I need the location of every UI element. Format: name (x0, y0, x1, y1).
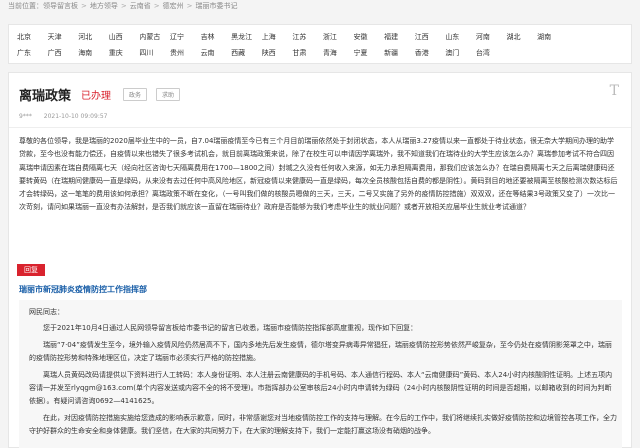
region-link[interactable]: 湖北 (507, 32, 538, 42)
region-link[interactable]: 香港 (415, 48, 446, 58)
message-panel: 离瑞政策 已办理 政务 求助 T 9*** 2021-10-10 09:09:5… (8, 72, 632, 448)
breadcrumb-current[interactable]: 瑞丽市委书记 (196, 1, 238, 11)
region-link[interactable]: 西藏 (231, 48, 262, 58)
region-link[interactable]: 甘肃 (292, 48, 323, 58)
region-link[interactable]: 辽宁 (170, 32, 201, 42)
author-name: 9*** (19, 113, 32, 120)
region-link[interactable]: 福建 (384, 32, 415, 42)
page: 当前位置： 领导留言板 > 地方领导 > 云南省 > 德宏州 > 瑞丽市委书记 … (0, 0, 640, 448)
region-link[interactable]: 四川 (139, 48, 170, 58)
region-link[interactable]: 内蒙古 (139, 32, 170, 42)
post-date: 2021-10-10 09:09:57 (43, 113, 108, 120)
breadcrumb-separator: > (186, 2, 193, 10)
message-text: 尊敬的各位领导，我是瑞丽的2020届毕业生中的一员，自7.04瑞丽疫情至今已有三… (19, 137, 618, 212)
region-link[interactable]: 河北 (78, 32, 109, 42)
region-link[interactable]: 黑龙江 (231, 32, 262, 42)
region-link[interactable]: 重庆 (109, 48, 140, 58)
font-size-icon[interactable]: T (610, 83, 619, 99)
breadcrumb-link-board[interactable]: 领导留言板 (43, 1, 78, 11)
divider (9, 127, 631, 128)
reply-salutation: 网民同志： (29, 308, 64, 316)
region-link[interactable]: 河南 (476, 32, 507, 42)
breadcrumb-link-dehong[interactable]: 德宏州 (163, 1, 184, 11)
region-link[interactable]: 陕西 (262, 48, 293, 58)
status-badge: 已办理 (81, 91, 112, 102)
author-row: 9*** 2021-10-10 09:09:57 (19, 113, 107, 120)
region-link[interactable]: 贵州 (170, 48, 201, 58)
type-tag[interactable]: 求助 (156, 88, 181, 101)
region-selector: 北京 天津 河北 山西 内蒙古 辽宁 吉林 黑龙江 上海 江苏 浙江 安徽 福建 江西 山东 河南 湖北 湖南 广… (8, 24, 632, 64)
reply-label: 回复 (17, 264, 45, 276)
region-link[interactable]: 宁夏 (354, 48, 385, 58)
region-link[interactable]: 澳门 (445, 48, 476, 58)
category-tag[interactable]: 政务 (123, 88, 148, 101)
region-link[interactable]: 山东 (445, 32, 476, 42)
message-body: 尊敬的各位领导，我是瑞丽的2020届毕业生中的一员，自7.04瑞丽疫情至今已有三… (19, 135, 619, 215)
breadcrumb-separator: > (120, 2, 127, 10)
reply-content: 网民同志： 您于2021年10月4日通过人民网领导留言板给市委书记的留言已收悉，… (19, 300, 622, 448)
region-link[interactable]: 海南 (78, 48, 109, 58)
region-link[interactable]: 湖南 (537, 32, 568, 42)
reply-paragraph: 在此，对因疫情防控措施实施给您造成的影响表示歉意，同时，非常感谢您对当地疫情防控… (29, 413, 617, 436)
reply-body: 网民同志： 您于2021年10月4日通过人民网领导留言板给市委书记的留言已收悉，… (29, 306, 617, 442)
reply-organization: 瑞丽市新冠肺炎疫情防控工作指挥部 (19, 285, 147, 294)
breadcrumb-prefix: 当前位置： (8, 2, 43, 10)
region-link[interactable]: 台湾 (476, 48, 507, 58)
title-row: 离瑞政策 已办理 政务 求助 (19, 85, 189, 104)
region-link[interactable]: 广东 (17, 48, 48, 58)
breadcrumb-separator: > (153, 2, 160, 10)
region-link[interactable]: 吉林 (201, 32, 232, 42)
region-link[interactable]: 云南 (201, 48, 232, 58)
region-link[interactable]: 江西 (415, 32, 446, 42)
reply-paragraph: 您于2021年10月4日通过人民网领导留言板给市委书记的留言已收悉，瑞丽市疫情防… (43, 324, 418, 333)
region-link[interactable]: 天津 (48, 32, 79, 42)
region-link[interactable]: 青海 (323, 48, 354, 58)
region-row: 北京 天津 河北 山西 内蒙古 辽宁 吉林 黑龙江 上海 江苏 浙江 安徽 福建 江西 山东 河南 湖北 湖南 (17, 32, 568, 42)
reply-paragraph: 瑞丽“7·04”疫情发生至今，境外输入疫情风险仍然居高不下，国内多地先后发生疫情… (29, 340, 612, 363)
region-link[interactable]: 安徽 (354, 32, 385, 42)
breadcrumb: 当前位置： 领导留言板 > 地方领导 > 云南省 > 德宏州 > 瑞丽市委书记 (8, 0, 238, 12)
region-link[interactable]: 江苏 (292, 32, 323, 42)
breadcrumb-separator: > (81, 2, 87, 10)
reply-paragraph: 离瑞人员黄码改码请提供以下资料进行人工转码：本人身份证明、本人注册云南健康码的手… (29, 370, 613, 406)
region-link[interactable]: 浙江 (323, 32, 354, 42)
region-link[interactable]: 新疆 (384, 48, 415, 58)
region-link[interactable]: 广西 (48, 48, 79, 58)
region-link[interactable]: 北京 (17, 32, 48, 42)
region-link[interactable]: 山西 (109, 32, 140, 42)
region-link[interactable]: 上海 (262, 32, 293, 42)
breadcrumb-link-local-leaders[interactable]: 地方领导 (90, 1, 118, 11)
message-title: 离瑞政策 (19, 89, 72, 104)
breadcrumb-link-yunnan[interactable]: 云南省 (130, 1, 151, 11)
region-row: 广东 广西 海南 重庆 四川 贵州 云南 西藏 陕西 甘肃 青海 宁夏 新疆 香港 澳门 台湾 (17, 48, 507, 58)
